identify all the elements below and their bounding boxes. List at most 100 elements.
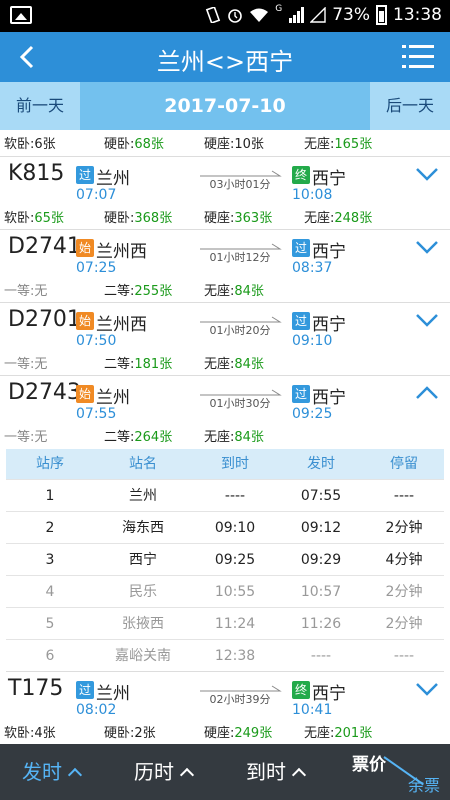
chevron-up-icon [179,767,195,783]
duration: 03小时01分 [209,178,271,191]
seat-soft-sleeper: 软卧:65张 [4,211,64,226]
stop-station: 西宁 [129,552,157,568]
vibrate-icon [206,7,221,23]
seat-no-seat: 无座:165张 [304,137,373,152]
price-label: 票价 [352,755,386,775]
clock: 13:38 [393,5,442,25]
stop-stay: ---- [393,488,415,504]
stop-station: 嘉峪关南 [115,648,171,664]
stop-arrive: ---- [224,488,246,504]
table-row: 1 兰州 ---- 07:55 ---- [6,479,444,511]
stop-stay: ---- [393,648,415,664]
stop-depart: ---- [310,648,332,664]
depart-time: 07:55 [76,406,117,422]
table-row: 2 海东西 09:10 09:12 2分钟 [6,511,444,543]
start-badge: 始 [76,239,94,257]
chevron-down-icon[interactable] [416,240,438,254]
chevron-down-icon[interactable] [416,313,438,327]
stop-station: 民乐 [129,584,157,600]
seat-first-class: 一等:无 [4,430,48,445]
seat-second-class: 二等:264张 [104,430,173,445]
train-row[interactable]: K815 过 兰州 07:07 03小时01分 终 西宁 10:08 软卧:65… [0,157,450,230]
sort-depart-label: 发时 [22,760,62,784]
end-badge: 终 [292,681,310,699]
from-station: 兰州西 [96,242,147,262]
from-station: 兰州 [96,388,130,408]
stop-stay: 2分钟 [385,584,423,600]
seat-no-seat: 无座:248张 [304,211,373,226]
chevron-down-icon[interactable] [416,167,438,181]
wifi-icon [250,8,269,22]
battery-percent: 73% [332,5,370,25]
next-day-button[interactable]: 后一天 [370,82,450,130]
chevron-down-icon[interactable] [416,682,438,696]
pass-badge: 过 [292,312,310,330]
price-remaining-toggle[interactable]: 票价 余票 [352,748,440,796]
seat-hard-seat: 硬座:249张 [204,726,273,741]
arrive-time: 09:10 [292,333,333,349]
header-arrive: 到时 [221,456,249,472]
date-bar: 前一天 2017-07-10 后一天 [0,82,450,130]
depart-time: 08:02 [76,702,117,718]
signal-icon [289,7,305,23]
stop-depart: 09:29 [300,552,342,568]
table-row: 3 西宁 09:25 09:29 4分钟 [6,543,444,575]
train-row[interactable]: T175 过 兰州 08:02 02小时39分 终 西宁 10:41 软卧:4张… [0,672,450,744]
train-row-expanded[interactable]: D2743 始 兰州 07:55 01小时30分 过 西宁 09:25 一等:无… [0,376,450,449]
header-stay: 停留 [390,456,418,472]
train-list: 软卧:6张 硬卧:68张 硬座:10张 无座:165张 K815 过 兰州 07… [0,130,450,744]
prev-day-button[interactable]: 前一天 [0,82,80,130]
seat-soft-sleeper: 软卧:4张 [4,726,56,741]
stop-arrive: 10:55 [214,584,256,600]
train-seat-row[interactable]: 软卧:6张 硬卧:68张 硬座:10张 无座:165张 [0,130,450,157]
table-row: 4 民乐 10:55 10:57 2分钟 [6,575,444,607]
to-station: 西宁 [312,315,346,335]
remaining-label: 余票 [407,776,440,795]
sort-bar: 发时 历时 到时 票价 余票 [0,744,450,800]
stop-arrive: 12:38 [214,648,256,664]
arrow-icon [200,170,282,177]
from-station: 兰州 [96,169,130,189]
network-type: G [275,4,283,14]
train-number: D2741 [8,234,81,259]
alarm-icon [228,9,243,23]
from-station: 兰州 [96,684,130,704]
stop-depart: 10:57 [300,584,342,600]
header-depart: 发时 [307,456,335,472]
arrive-time: 09:25 [292,406,333,422]
train-row[interactable]: D2701 始 兰州西 07:50 01小时20分 过 西宁 09:10 一等:… [0,303,450,376]
seat-soft-sleeper: 软卧:6张 [4,137,56,152]
gallery-icon [10,6,32,24]
stop-stay: 2分钟 [385,616,423,632]
status-icons: G 73% 13:38 [205,4,442,25]
sort-depart-tab[interactable]: 发时 [22,744,83,800]
header: 兰州<>西宁 [0,32,450,82]
current-date[interactable]: 2017-07-10 [80,82,370,130]
seat-no-seat: 无座:201张 [304,726,373,741]
sort-duration-tab[interactable]: 历时 [134,744,195,800]
to-station: 西宁 [312,169,346,189]
header-seq: 站序 [36,456,64,472]
seat-hard-seat: 硬座:363张 [204,211,273,226]
stop-depart: 11:26 [300,616,342,632]
menu-icon[interactable] [402,44,434,70]
seat-no-seat: 无座:84张 [204,430,264,445]
chevron-up-icon [67,767,83,783]
status-bar: G 73% 13:38 [0,0,450,32]
signal-empty-icon [310,7,326,23]
train-row[interactable]: D2741 始 兰州西 07:25 01小时12分 过 西宁 08:37 一等:… [0,230,450,303]
depart-time: 07:25 [76,260,117,276]
seat-hard-sleeper: 硬卧:2张 [104,726,156,741]
arrow-icon [200,243,282,250]
stop-seq: 6 [45,648,55,664]
stop-stay: 2分钟 [385,520,423,536]
sort-arrive-tab[interactable]: 到时 [246,744,307,800]
stop-arrive: 11:24 [214,616,256,632]
depart-time: 07:07 [76,187,117,203]
chevron-up-icon[interactable] [416,386,438,400]
seat-no-seat: 无座:84张 [204,357,264,372]
train-number: T175 [8,676,64,701]
seat-first-class: 一等:无 [4,357,48,372]
start-badge: 始 [76,312,94,330]
to-station: 西宁 [312,242,346,262]
